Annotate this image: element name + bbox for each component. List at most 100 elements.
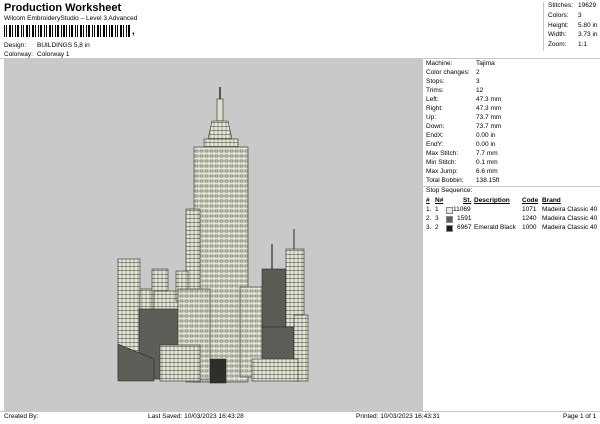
info-row-total-bobbin: Total Bobbin: 138.15ft bbox=[426, 177, 598, 186]
stat-label: Height: bbox=[548, 21, 569, 29]
table-row: 1. 1 11069 1071 Madeira Classic 40 bbox=[426, 206, 598, 215]
info-label: Max Stitch: bbox=[426, 150, 459, 157]
design-preview-canvas bbox=[4, 59, 422, 411]
barcode-image bbox=[4, 25, 130, 37]
colorway-value: Colorway 1 bbox=[37, 51, 70, 58]
info-label: Max Jump: bbox=[426, 168, 458, 175]
info-row-trims: Trims: 12 bbox=[426, 87, 598, 96]
col-header-st: St. bbox=[463, 197, 472, 204]
barcode-suffix: , bbox=[132, 26, 135, 37]
info-row-max-stitch: Max Stitch: 7.7 mm bbox=[426, 150, 598, 159]
info-label: Total Bobbin: bbox=[426, 177, 464, 184]
info-label: EndY: bbox=[426, 141, 444, 148]
stat-value: 19629 bbox=[578, 2, 597, 9]
row-code: 1240 bbox=[522, 215, 537, 222]
stop-table-header: # N# St. Description Code Brand bbox=[426, 197, 598, 206]
row-num: 3. bbox=[426, 224, 432, 231]
col-header-num: # bbox=[426, 197, 430, 204]
stat-value: 1:1 bbox=[578, 41, 588, 49]
info-label: Left: bbox=[426, 96, 439, 103]
table-row: 2. 3 1591 1240 Madeira Classic 40 bbox=[426, 215, 598, 224]
info-label: Up: bbox=[426, 114, 437, 121]
row-n: 1 bbox=[435, 206, 439, 213]
stat-row-colors: Colors: 3 bbox=[544, 12, 600, 22]
info-row-machine: Machine: Tajima bbox=[426, 60, 598, 69]
summary-stats: Stitches: 19629 Colors: 3 Height: 5.80 in W… bbox=[543, 2, 600, 51]
info-row-endx: EndX: 0.00 in bbox=[426, 132, 598, 141]
stat-value: 3 bbox=[578, 11, 582, 19]
design-value: BUILDINGS 5,8 in bbox=[37, 42, 90, 49]
footer-page-number: Page 1 of 1 bbox=[563, 413, 597, 420]
info-row-endy: EndY: 0.00 in bbox=[426, 141, 598, 150]
info-value: 0.00 in bbox=[476, 141, 496, 148]
row-code: 1000 bbox=[522, 224, 537, 231]
stat-label: Width: bbox=[548, 31, 567, 39]
row-num: 2. bbox=[426, 215, 432, 222]
stat-row-zoom: Zoom: 1:1 bbox=[544, 41, 600, 51]
info-value: 73.7 mm bbox=[476, 123, 502, 130]
col-header-description: Description bbox=[474, 197, 510, 204]
row-stitches: 1591 bbox=[457, 215, 472, 222]
info-value: 138.15ft bbox=[476, 177, 500, 184]
col-header-code: Code bbox=[522, 197, 539, 204]
info-label: Machine: bbox=[426, 60, 453, 67]
row-description: Emerald Black bbox=[474, 224, 516, 231]
info-value: 12 bbox=[476, 87, 484, 94]
row-code: 1071 bbox=[522, 206, 537, 213]
col-header-n: N# bbox=[435, 197, 444, 204]
info-row-stops: Stops: 3 bbox=[426, 78, 598, 87]
stat-value: 5.80 in bbox=[578, 21, 598, 29]
info-row-left: Left: 47.3 mm bbox=[426, 96, 598, 105]
row-n: 2 bbox=[435, 224, 439, 231]
thread-color-swatch bbox=[446, 216, 453, 223]
info-value: 47.3 mm bbox=[476, 105, 502, 112]
info-value: 7.7 mm bbox=[476, 150, 498, 157]
footer-printed: Printed: 10/03/2023 16:43:31 bbox=[356, 413, 440, 420]
buildings-embroidery-image bbox=[117, 87, 309, 384]
stat-label: Zoom: bbox=[548, 41, 567, 49]
info-row-max-jump: Max Jump: 6.6 mm bbox=[426, 168, 598, 177]
info-row-down: Down: 73.7 mm bbox=[426, 123, 598, 132]
info-label: Min Stitch: bbox=[426, 159, 457, 166]
info-value: 2 bbox=[476, 69, 480, 76]
stat-value: 3.73 in bbox=[578, 31, 598, 39]
row-stitches: 6967 bbox=[457, 224, 472, 231]
info-row-color-changes: Color changes: 2 bbox=[426, 69, 598, 78]
info-value: 0.1 mm bbox=[476, 159, 498, 166]
row-num: 1. bbox=[426, 206, 432, 213]
stop-sequence-title: Stop Sequence: bbox=[426, 187, 473, 194]
info-label: Stops: bbox=[426, 78, 445, 85]
info-label: Down: bbox=[426, 123, 445, 130]
info-label: EndX: bbox=[426, 132, 444, 139]
design-row: Design: BUILDINGS 5,8 in bbox=[4, 42, 204, 51]
footer-created-by: Created By: bbox=[4, 413, 39, 420]
row-brand: Madeira Classic 40 bbox=[542, 224, 598, 231]
row-stitches: 11069 bbox=[453, 206, 471, 213]
info-label: Trims: bbox=[426, 87, 444, 94]
col-header-brand: Brand bbox=[542, 197, 561, 204]
row-n: 3 bbox=[435, 215, 439, 222]
info-value: Tajima bbox=[476, 60, 495, 67]
info-value: 6.6 mm bbox=[476, 168, 498, 175]
thread-color-swatch bbox=[446, 225, 453, 232]
info-value: 73.7 mm bbox=[476, 114, 502, 121]
table-row: 3. 2 6967 Emerald Black 1000 Madeira Cla… bbox=[426, 224, 598, 233]
stat-label: Colors: bbox=[548, 11, 569, 19]
stat-row-stitches: Stitches: 19629 bbox=[544, 2, 600, 12]
stat-label: Stitches: bbox=[548, 2, 573, 9]
design-label: Design: bbox=[4, 42, 27, 49]
info-row-up: Up: 73.7 mm bbox=[426, 114, 598, 123]
info-label: Right: bbox=[426, 105, 443, 112]
stat-row-height: Height: 5.80 in bbox=[544, 22, 600, 32]
info-value: 47.3 mm bbox=[476, 96, 502, 103]
stat-row-width: Width: 3.73 in bbox=[544, 31, 600, 41]
colorway-label: Colorway: bbox=[4, 51, 33, 58]
page-title: Production Worksheet bbox=[4, 2, 122, 14]
machine-info-panel: Machine: Tajima Color changes: 2 Stops: 3 T… bbox=[422, 59, 600, 411]
info-row-right: Right: 47.3 mm bbox=[426, 105, 598, 114]
info-label: Color changes: bbox=[426, 69, 470, 76]
row-brand: Madeira Classic 40 bbox=[542, 215, 598, 222]
software-subtitle: Wilcom EmbroideryStudio – Level 3 Advanc… bbox=[4, 15, 138, 22]
info-value: 0.00 in bbox=[476, 132, 496, 139]
row-brand: Madeira Classic 40 bbox=[542, 206, 598, 213]
